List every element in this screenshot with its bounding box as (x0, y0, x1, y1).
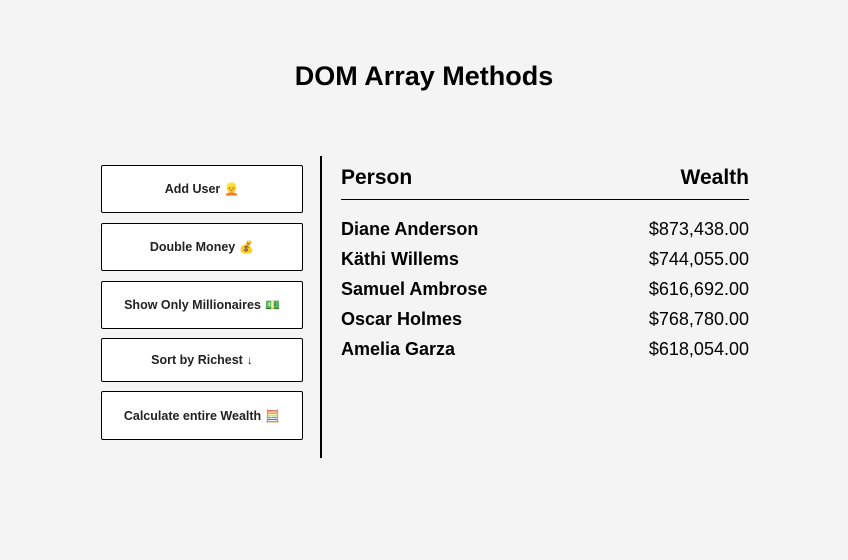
double-money-button[interactable]: Double Money 💰 (101, 223, 303, 271)
add-user-button[interactable]: Add User 👱 (101, 165, 303, 213)
money-bag-icon: 💰 (239, 240, 255, 254)
person-name: Diane Anderson (341, 219, 479, 239)
sort-richest-button[interactable]: Sort by Richest ↓ (101, 338, 303, 382)
abacus-icon: 🧮 (265, 408, 281, 423)
sort-richest-label: Sort by Richest (151, 353, 243, 367)
calculate-wealth-label: Calculate entire Wealth (123, 408, 262, 423)
wealth-column-header: Wealth (680, 166, 749, 189)
person-name: Samuel Ambrose (341, 279, 488, 299)
table-row: Amelia Garza $618,054.00 (341, 336, 749, 366)
table-row: Diane Anderson $873,438.00 (341, 216, 749, 246)
person-name: Käthi Willems (341, 249, 459, 269)
wealth-value: $873,438.00 (648, 219, 749, 239)
calculate-wealth-button[interactable]: Calculate entire Wealth 🧮 (101, 391, 303, 440)
person-name: Amelia Garza (341, 339, 456, 359)
table-body: Diane Anderson $873,438.00 Käthi Willems… (341, 216, 749, 366)
arrow-down-icon: ↓ (246, 353, 253, 367)
person-column-header: Person (341, 166, 413, 189)
table-row: Samuel Ambrose $616,692.00 (341, 276, 749, 306)
page-title: DOM Array Methods (294, 61, 554, 91)
wealth-value: $616,692.00 (648, 279, 749, 299)
wealth-value: $618,054.00 (648, 339, 749, 359)
wealth-value: $744,055.00 (648, 249, 749, 269)
vertical-divider (320, 156, 322, 458)
add-user-label: Add User (164, 182, 221, 196)
double-money-label: Double Money (149, 240, 236, 254)
table-row: Oscar Holmes $768,780.00 (341, 306, 749, 336)
table-header: Person Wealth (341, 164, 749, 200)
wealth-value: $768,780.00 (648, 309, 749, 329)
table-row: Käthi Willems $744,055.00 (341, 246, 749, 276)
app-container: Add User 👱 Double Money 💰 Show Only Mill… (101, 156, 749, 458)
person-name: Oscar Holmes (341, 309, 463, 329)
banknote-icon: 💵 (264, 298, 280, 312)
person-icon: 👱 (224, 182, 240, 196)
show-millionaires-label: Show Only Millionaires (124, 298, 261, 312)
show-millionaires-button[interactable]: Show Only Millionaires 💵 (101, 281, 303, 329)
